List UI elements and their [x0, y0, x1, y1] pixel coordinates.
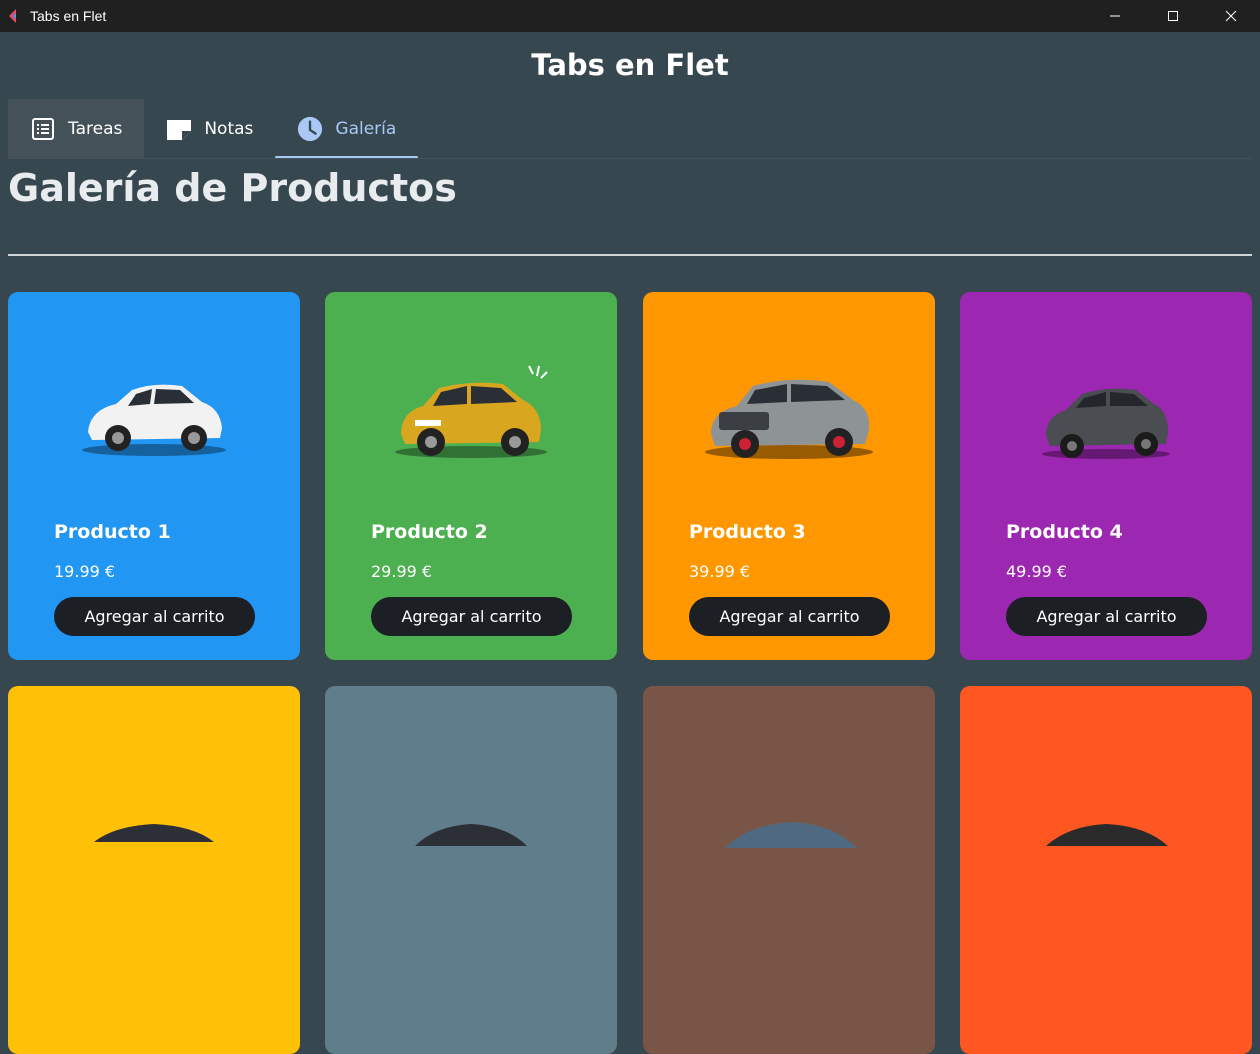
car-image	[725, 822, 857, 848]
window-titlebar: Tabs en Flet	[0, 0, 1260, 32]
car-image	[705, 379, 873, 459]
product-card	[325, 686, 617, 1054]
tab-galeria[interactable]: Galería	[275, 99, 419, 159]
divider	[8, 254, 1252, 256]
car-image	[82, 384, 226, 456]
car-image	[1046, 824, 1168, 846]
window-title: Tabs en Flet	[30, 8, 107, 24]
add-to-cart-button[interactable]: Agregar al carrito	[1006, 597, 1207, 636]
clock-icon	[297, 116, 323, 142]
maximize-icon	[1168, 11, 1178, 21]
product-name: Producto 3	[689, 521, 806, 543]
product-price: 29.99 €	[371, 562, 433, 581]
add-to-cart-button[interactable]: Agregar al carrito	[371, 597, 572, 636]
product-card: Producto 4 49.99 € Agregar al carrito	[960, 292, 1252, 660]
product-card: Producto 3 39.99 € Agregar al carrito	[643, 292, 935, 660]
add-to-cart-button[interactable]: Agregar al carrito	[54, 597, 255, 636]
product-price: 49.99 €	[1006, 562, 1068, 581]
window-controls	[1086, 0, 1260, 32]
minimize-icon	[1110, 15, 1120, 17]
product-price: 19.99 €	[54, 562, 116, 581]
product-card	[8, 686, 300, 1054]
product-card	[643, 686, 935, 1054]
tab-tareas[interactable]: Tareas	[8, 99, 145, 159]
close-icon	[1225, 10, 1237, 22]
flet-logo-icon	[6, 8, 22, 24]
tab-label: Tareas	[68, 119, 123, 139]
tab-divider	[8, 158, 1252, 159]
tab-label: Notas	[204, 119, 254, 139]
list-alt-icon	[30, 116, 56, 142]
close-button[interactable]	[1202, 0, 1260, 32]
app-title: Tabs en Flet	[531, 48, 729, 82]
add-to-cart-button[interactable]: Agregar al carrito	[689, 597, 890, 636]
tab-bar: Tareas Notas Galería	[8, 99, 419, 159]
page-title: Galería de Productos	[8, 166, 457, 210]
car-image	[415, 824, 527, 846]
product-name: Producto 1	[54, 521, 171, 543]
product-card	[960, 686, 1252, 1054]
product-name: Producto 2	[371, 521, 488, 543]
car-image	[1042, 388, 1170, 459]
note-icon	[166, 116, 192, 142]
car-image	[94, 824, 214, 842]
product-card: Producto 1 19.99 € Agregar al carrito	[8, 292, 300, 660]
tab-label: Galería	[335, 119, 397, 139]
product-card: Producto 2 29.99 € Agregar al carrito	[325, 292, 617, 660]
maximize-button[interactable]	[1144, 0, 1202, 32]
product-name: Producto 4	[1006, 521, 1123, 543]
car-image	[395, 365, 548, 458]
product-price: 39.99 €	[689, 562, 751, 581]
minimize-button[interactable]	[1086, 0, 1144, 32]
tab-notas[interactable]: Notas	[144, 99, 275, 159]
